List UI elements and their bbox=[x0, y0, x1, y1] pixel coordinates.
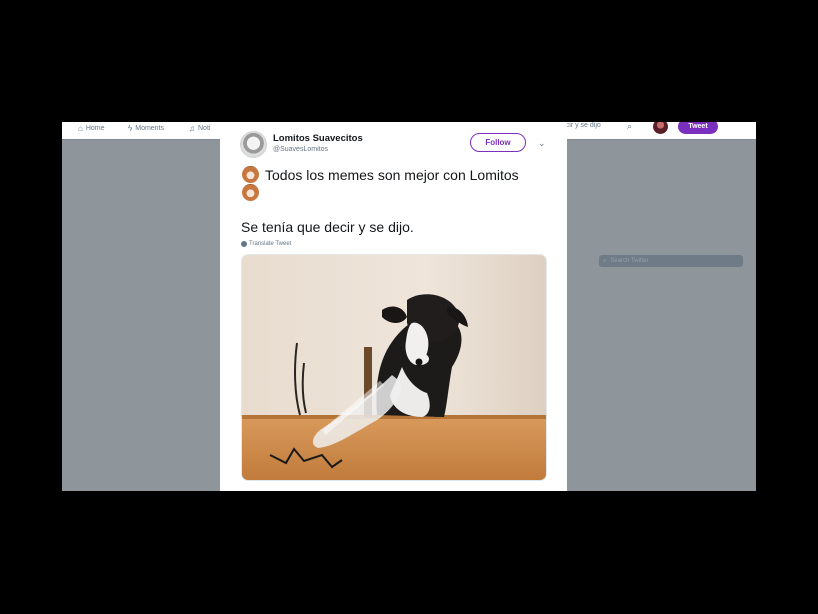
home-icon: ⌂ bbox=[78, 123, 83, 133]
author-handle[interactable]: @SuavesLomitos bbox=[273, 146, 328, 153]
tweet-button[interactable]: Tweet bbox=[678, 122, 718, 134]
globe-icon bbox=[241, 241, 247, 247]
bell-icon: ♫ bbox=[189, 123, 195, 133]
search-icon[interactable]: ⌕ bbox=[627, 122, 632, 132]
lightning-icon: ϟ bbox=[128, 123, 133, 133]
sidebar-search-placeholder: Search Twitter bbox=[610, 258, 649, 264]
author-display-name[interactable]: Lomitos Suavecitos bbox=[273, 133, 363, 144]
chevron-down-icon[interactable]: ⌄ bbox=[538, 138, 546, 149]
profile-avatar[interactable] bbox=[653, 122, 668, 134]
tweet-card: Lomitos Suavecitos @SuavesLomitos Follow… bbox=[220, 122, 567, 491]
nav-moments-label: Moments bbox=[135, 124, 165, 132]
dog-photo bbox=[242, 255, 546, 480]
follow-button[interactable]: Follow bbox=[470, 133, 526, 152]
tweet-text-line1: Todos los memes son mejor con Lomitos bbox=[242, 166, 519, 183]
tweet-media-image[interactable] bbox=[241, 254, 547, 481]
dog-emoji-icon bbox=[242, 166, 259, 183]
tweet-text-line2: Se tenía que decir y se dijo. bbox=[241, 219, 414, 235]
translate-tweet-link[interactable]: Translate Tweet bbox=[241, 241, 291, 247]
nav-moments[interactable]: ϟ Moments bbox=[128, 122, 164, 134]
sidebar-search-field[interactable]: ⌕ Search Twitter bbox=[599, 255, 743, 267]
dog-emoji-icon bbox=[242, 184, 259, 201]
nav-notifications-label: Noti bbox=[198, 124, 211, 132]
nav-notifications[interactable]: ♫ Noti bbox=[189, 122, 210, 134]
nav-home-label: Home bbox=[85, 124, 105, 132]
tweet-text-first: Todos los memes son mejor con Lomitos bbox=[265, 166, 519, 183]
nav-home[interactable]: ⌂ Home bbox=[78, 122, 105, 134]
author-avatar[interactable] bbox=[240, 131, 267, 158]
translate-label: Translate Tweet bbox=[249, 241, 292, 247]
search-icon: ⌕ bbox=[603, 257, 607, 264]
